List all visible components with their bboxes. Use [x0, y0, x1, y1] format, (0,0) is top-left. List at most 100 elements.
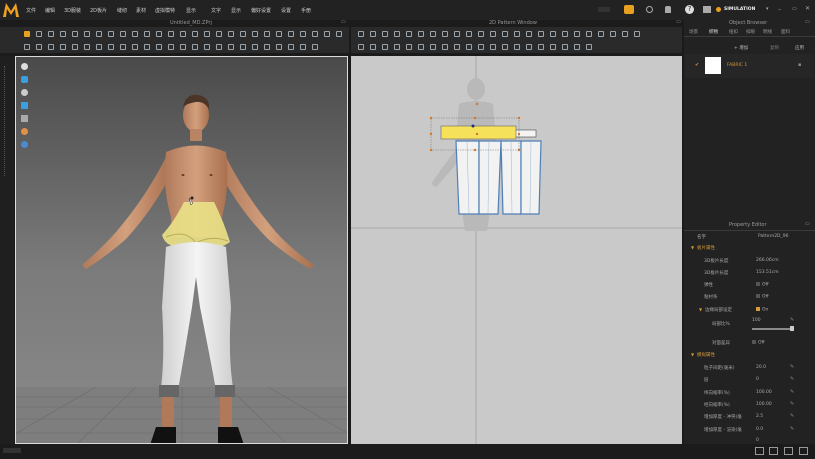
edit-icon[interactable]: ✎ — [790, 389, 794, 395]
tab-scene[interactable]: 场景 — [689, 29, 698, 35]
row-value-10[interactable]: 100.00 — [756, 402, 772, 407]
pattern-canvas[interactable] — [351, 56, 682, 444]
toolbar-tool-icon[interactable] — [132, 31, 138, 37]
row-value-13[interactable]: 0 — [756, 438, 759, 443]
toolbar-tool-icon[interactable] — [84, 31, 90, 37]
row-value-9[interactable]: 100.00 — [756, 390, 772, 395]
toolbar-tool-icon[interactable] — [550, 44, 556, 50]
toolbar-tool-icon[interactable] — [60, 44, 66, 50]
collapse-sim-icon[interactable]: ▼ — [691, 352, 694, 357]
edit-icon[interactable]: ✎ — [790, 376, 794, 382]
edit-icon[interactable]: ✎ — [790, 426, 794, 432]
toolbar-tool-icon[interactable] — [288, 31, 294, 37]
toolbar-tool-icon[interactable] — [72, 31, 78, 37]
toolbar-tool-icon[interactable] — [312, 31, 318, 37]
tab-button[interactable]: 纽扣 — [729, 29, 738, 35]
menu-display[interactable]: 显示 — [186, 7, 196, 14]
toolbar-tool-icon[interactable] — [622, 31, 628, 37]
minimize-icon[interactable]: – — [778, 6, 781, 13]
maximize-icon[interactable]: ▭ — [792, 6, 797, 12]
brush-icon[interactable] — [21, 115, 28, 122]
ratio-slider-handle[interactable] — [790, 326, 794, 331]
toolbar-tool-icon[interactable] — [24, 44, 30, 50]
toolbar-tool-icon[interactable] — [228, 31, 234, 37]
toolbar-tool-icon[interactable] — [454, 31, 460, 37]
menu-avatar[interactable]: 虚拟模特 — [155, 7, 175, 14]
sound-icon[interactable] — [646, 6, 653, 13]
edit-icon[interactable]: ✎ — [790, 401, 794, 407]
toolbar-tool-icon[interactable] — [538, 44, 544, 50]
toolbar-tool-icon[interactable] — [156, 44, 162, 50]
toolbar-tool-icon[interactable] — [442, 44, 448, 50]
collapse-pattern-icon[interactable]: ▼ — [691, 245, 694, 250]
chevron-down-icon[interactable]: ▾ — [766, 6, 769, 12]
toolbar-tool-icon[interactable] — [514, 31, 520, 37]
menu-display-2[interactable]: 显示 — [231, 7, 241, 14]
row-value-8[interactable]: 0 — [756, 377, 759, 382]
tab-material[interactable]: 面料 — [781, 29, 790, 35]
print-icon[interactable] — [703, 6, 711, 13]
menu-preferences[interactable]: 偏好设置 — [251, 7, 271, 14]
menu-materials[interactable]: 素材 — [136, 7, 146, 14]
toolbar-tool-icon[interactable] — [382, 44, 388, 50]
toolbar-tool-icon[interactable] — [394, 44, 400, 50]
toolbar-tool-icon[interactable] — [36, 44, 42, 50]
layout-2d-icon[interactable] — [799, 447, 808, 455]
skeleton-icon[interactable] — [21, 89, 28, 96]
toolbar-tool-icon[interactable] — [312, 44, 318, 50]
ratio-slider[interactable] — [752, 328, 794, 330]
edit-icon[interactable]: ✎ — [790, 364, 794, 370]
toolbar-tool-icon[interactable] — [526, 31, 532, 37]
menu-file[interactable]: 文件 — [26, 7, 36, 14]
toolbar-tool-icon[interactable] — [240, 44, 246, 50]
toolbar-tool-icon[interactable] — [324, 31, 330, 37]
toolbar-tool-icon[interactable] — [550, 31, 556, 37]
toolbar-tool-icon[interactable] — [204, 44, 210, 50]
menu-3d-garment[interactable]: 3D服装 — [64, 7, 81, 14]
toolbar-tool-icon[interactable] — [300, 44, 306, 50]
diff-checkbox[interactable] — [752, 340, 756, 344]
name-value[interactable]: Pattern2D_96 — [758, 234, 789, 239]
toolbar-tool-icon[interactable] — [120, 44, 126, 50]
toolbar-tool-icon[interactable] — [538, 31, 544, 37]
edit-icon[interactable]: ✎ — [790, 413, 794, 419]
toolbar-tool-icon[interactable] — [358, 44, 364, 50]
section-simulation[interactable]: 模拟属性 — [697, 352, 715, 358]
object-browser-maximize-icon[interactable]: ▭ — [805, 19, 810, 25]
help-icon[interactable]: ? — [685, 5, 694, 14]
elastic-toggle[interactable]: Off — [756, 282, 769, 288]
render-icon[interactable] — [21, 102, 28, 109]
toolbar-tool-icon[interactable] — [514, 44, 520, 50]
globe-icon[interactable] — [21, 141, 28, 148]
toolbar-tool-icon[interactable] — [634, 31, 640, 37]
toolbar-tool-icon[interactable] — [478, 44, 484, 50]
toolbar-tool-icon[interactable] — [264, 44, 270, 50]
toolbar-tool-icon[interactable] — [168, 44, 174, 50]
avatar-skin-icon[interactable] — [21, 128, 28, 135]
toolbar-tool-icon[interactable] — [430, 31, 436, 37]
toolbar-tool-icon[interactable] — [240, 31, 246, 37]
edge-toggle[interactable]: On — [756, 307, 768, 313]
toolbar-tool-icon[interactable] — [24, 31, 30, 37]
toolbar-tool-icon[interactable] — [288, 44, 294, 50]
tape-checkbox[interactable] — [756, 294, 760, 298]
tape-toggle[interactable]: Off — [756, 294, 769, 300]
toolbar-tool-icon[interactable] — [562, 31, 568, 37]
toolbar-tool-icon[interactable] — [574, 31, 580, 37]
toolbar-tool-icon[interactable] — [418, 44, 424, 50]
toolbar-tool-icon[interactable] — [48, 31, 54, 37]
section-pattern[interactable]: 板片属性 — [697, 245, 715, 251]
layout-split-icon[interactable] — [769, 447, 778, 455]
toolbar-tool-icon[interactable] — [586, 31, 592, 37]
toolbar-tool-icon[interactable] — [168, 31, 174, 37]
toolbar-tool-icon[interactable] — [598, 31, 604, 37]
toolbar-tool-icon[interactable] — [192, 44, 198, 50]
edit-icon[interactable]: ✎ — [790, 317, 794, 323]
toolbar-tool-icon[interactable] — [96, 44, 102, 50]
toolbar-tool-icon[interactable] — [466, 31, 472, 37]
close-icon[interactable]: ✕ — [805, 5, 810, 12]
view3d-maximize-icon[interactable]: ▭ — [341, 19, 346, 25]
row-value-5[interactable]: 100 — [752, 318, 761, 323]
menu-text[interactable]: 文字 — [211, 7, 221, 14]
toolbar-tool-icon[interactable] — [108, 31, 114, 37]
